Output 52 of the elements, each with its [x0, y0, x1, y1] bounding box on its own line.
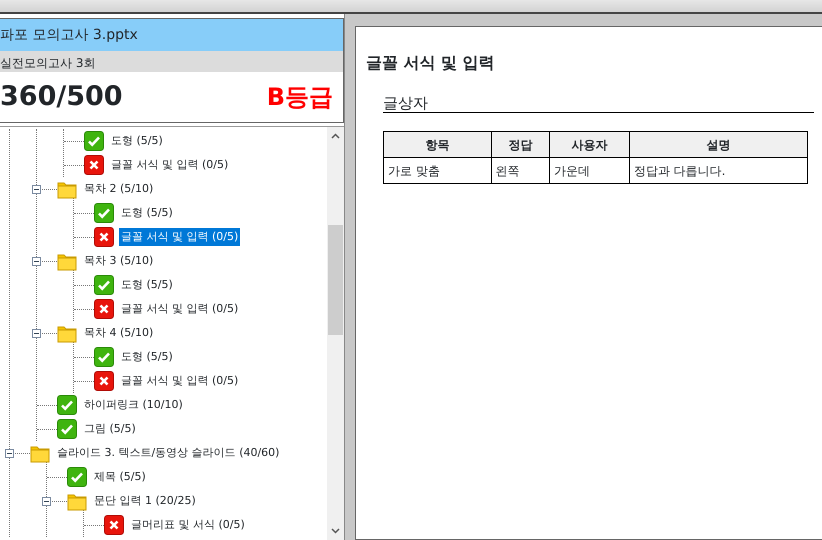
score: 360/500 — [0, 80, 123, 114]
collapse-icon[interactable] — [5, 448, 14, 458]
cross-icon — [94, 299, 114, 319]
check-icon — [94, 203, 114, 223]
tree-item[interactable]: 글꼴 서식 및 입력 (0/5) — [119, 300, 240, 318]
table-cell: 정답과 다릅니다. — [629, 158, 808, 184]
tree-item[interactable]: 도형 (5/5) — [119, 204, 175, 222]
tree-item[interactable]: 그림 (5/5) — [82, 420, 138, 438]
tree-item[interactable]: 글꼴 서식 및 입력 (0/5) — [119, 228, 240, 246]
column-header: 항목 — [384, 132, 492, 158]
grade: B등급 — [266, 82, 333, 113]
check-icon — [94, 275, 114, 295]
section-heading: 글상자 — [383, 94, 814, 114]
table-cell: 가로 맞춤 — [384, 158, 492, 184]
collapse-icon[interactable] — [32, 184, 41, 194]
tree-item[interactable]: 목차 4 (5/10) — [82, 324, 156, 342]
table-cell: 가운데 — [550, 158, 630, 184]
check-icon — [67, 467, 87, 487]
cross-icon — [104, 515, 124, 535]
tree-item[interactable]: 슬라이드 3. 텍스트/동영상 슬라이드 (40/60) — [55, 444, 282, 462]
scrollbar[interactable] — [327, 127, 344, 540]
detail-title: 글꼴 서식 및 입력 — [366, 53, 496, 72]
file-title: 파포 모의고사 3.pptx — [0, 27, 138, 43]
tree-item[interactable]: 글꼴 서식 및 입력 (0/5) — [119, 372, 240, 390]
check-icon — [94, 347, 114, 367]
tree-item[interactable]: 문단 입력 1 (20/25) — [92, 492, 198, 510]
tree-item[interactable]: 도형 (5/5) — [109, 132, 165, 150]
cross-icon — [84, 155, 104, 175]
collapse-icon[interactable] — [32, 328, 41, 338]
exam-name: 실전모의고사 3회 — [0, 56, 96, 70]
cross-icon — [94, 227, 114, 247]
tree-item[interactable]: 하이퍼링크 (10/10) — [82, 396, 185, 414]
column-header: 정답 — [491, 132, 550, 158]
table-cell: 왼쪽 — [491, 158, 550, 184]
column-header: 설명 — [629, 132, 808, 158]
scroll-up-icon[interactable] — [331, 133, 340, 139]
tree-item[interactable]: 목차 3 (5/10) — [82, 252, 156, 270]
tree-item[interactable]: 도형 (5/5) — [119, 348, 175, 366]
collapse-icon[interactable] — [32, 256, 41, 266]
cross-icon — [94, 371, 114, 391]
check-icon — [57, 395, 77, 415]
check-icon — [57, 419, 77, 439]
column-header: 사용자 — [550, 132, 630, 158]
tree-item[interactable]: 목차 2 (5/10) — [82, 180, 156, 198]
collapse-icon[interactable] — [42, 496, 51, 506]
tree-item[interactable]: 글꼴 서식 및 입력 (0/5) — [109, 156, 230, 174]
scroll-thumb[interactable] — [328, 225, 343, 335]
tree-item[interactable]: 제목 (5/5) — [92, 468, 148, 486]
check-icon — [84, 131, 104, 151]
scroll-down-icon[interactable] — [331, 528, 340, 534]
tree-item[interactable]: 도형 (5/5) — [119, 276, 175, 294]
tree-item[interactable]: 글머리표 및 서식 (0/5) — [129, 516, 247, 534]
